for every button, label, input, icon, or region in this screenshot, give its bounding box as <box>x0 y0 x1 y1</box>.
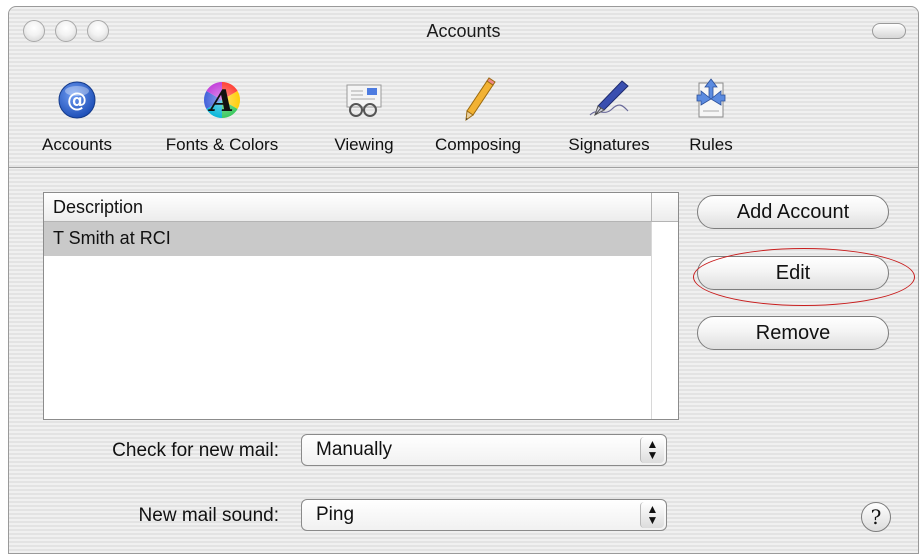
remove-button[interactable]: Remove <box>697 316 889 350</box>
svg-text:@: @ <box>67 88 87 112</box>
toolbar-label-rules: Rules <box>689 135 733 154</box>
svg-text:A: A <box>207 84 233 119</box>
table-header: Description <box>44 193 678 222</box>
viewing-glasses-icon <box>346 84 382 117</box>
font-color-icon: A <box>203 82 241 119</box>
help-button[interactable]: ? <box>861 502 891 532</box>
at-sign-icon: @ <box>58 81 96 119</box>
mail-sound-value: Ping <box>316 504 355 525</box>
toolbar-label-fonts-colors: Fonts & Colors <box>165 135 279 154</box>
add-account-button[interactable]: Add Account <box>697 195 889 229</box>
toolbar-label-viewing: Viewing <box>334 135 394 154</box>
pencil-icon <box>465 77 496 122</box>
toolbar-label-signatures: Signatures <box>568 135 650 154</box>
check-mail-select[interactable]: Manually ▲ ▼ <box>301 434 667 466</box>
toolbar-label-accounts: Accounts <box>42 135 112 154</box>
edit-highlight-ring <box>693 248 915 306</box>
account-description: T Smith at RCI <box>53 228 171 248</box>
mail-sound-select[interactable]: Ping ▲ ▼ <box>301 499 667 531</box>
accounts-table[interactable]: Description T Smith at RCI <box>43 192 679 420</box>
mail-sound-label: New mail sound: <box>138 505 279 526</box>
toolbar-toggle-button[interactable] <box>872 23 906 39</box>
table-spare-column <box>651 222 678 419</box>
preferences-window: Accounts @ Accounts A Fonts & Colors Vie… <box>8 6 919 554</box>
check-mail-value: Manually <box>316 439 393 460</box>
table-row[interactable]: T Smith at RCI <box>44 222 652 256</box>
preferences-toolbar: @ Accounts A Fonts & Colors Viewing Comp… <box>9 59 918 167</box>
title-bar: Accounts <box>9 7 918 59</box>
toolbar-label-composing: Composing <box>435 135 521 154</box>
fountain-pen-icon <box>589 80 629 117</box>
rules-arrows-icon <box>696 78 726 118</box>
updown-arrows-icon: ▲ ▼ <box>640 437 664 463</box>
column-header-description[interactable]: Description <box>53 197 143 218</box>
updown-arrows-icon: ▲ ▼ <box>640 502 664 528</box>
toolbar-separator <box>9 167 918 168</box>
column-header-end <box>651 193 678 221</box>
check-mail-label: Check for new mail: <box>112 440 279 461</box>
window-title: Accounts <box>426 21 501 41</box>
